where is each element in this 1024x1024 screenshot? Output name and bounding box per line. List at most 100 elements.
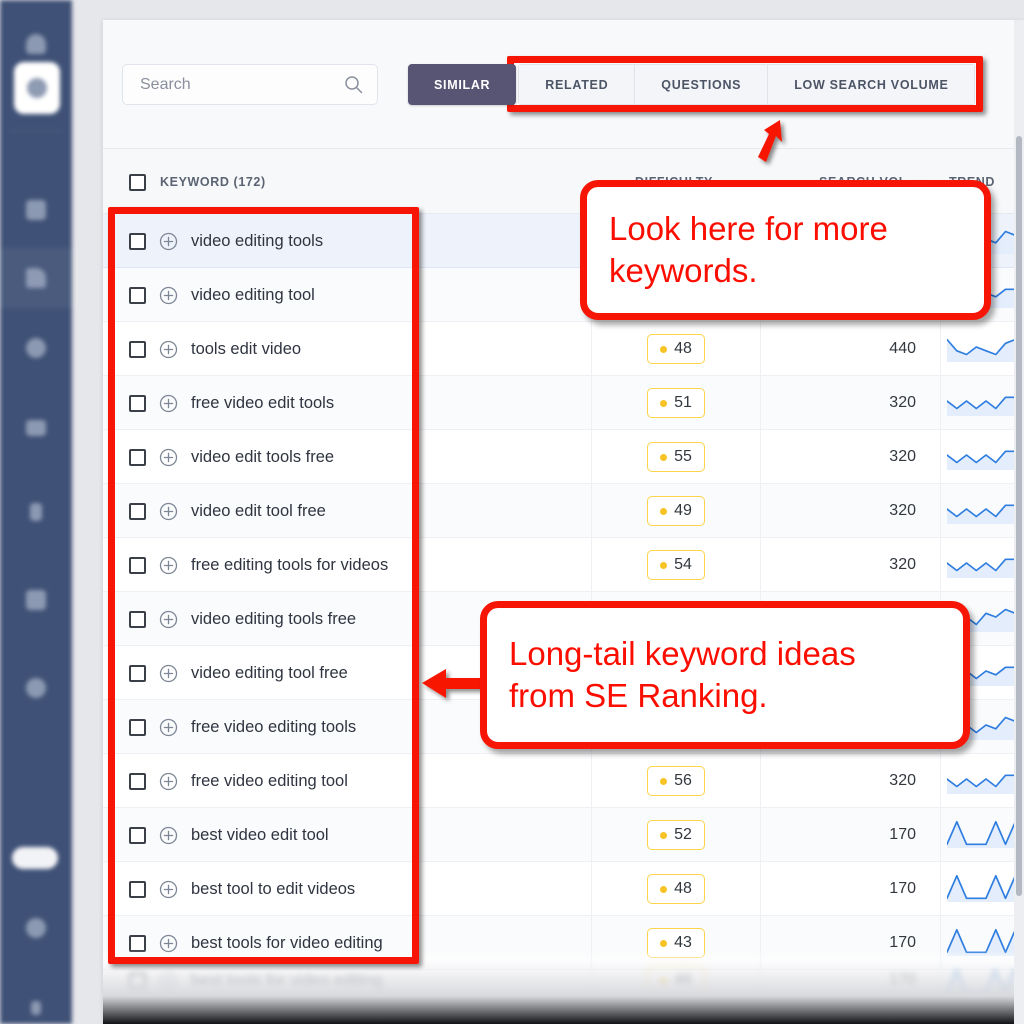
tab-questions[interactable]: QUESTIONS [635, 65, 769, 104]
row-checkbox[interactable] [129, 286, 146, 304]
row-checkbox[interactable] [129, 772, 146, 790]
cell-search-volume: 320 [760, 538, 940, 592]
plus-circle-icon[interactable] [159, 286, 178, 305]
plus-circle-icon[interactable] [159, 718, 178, 737]
plus-circle-icon[interactable] [159, 340, 178, 359]
plus-circle-icon[interactable] [159, 664, 178, 683]
table-row[interactable]: video editing tools [103, 214, 1024, 268]
keyword-tabs[interactable]: SIMILAR RELATED QUESTIONS LOW SEARCH VOL… [408, 64, 976, 105]
sidebar-item-account[interactable] [0, 978, 72, 1024]
tab-similar[interactable]: SIMILAR [408, 64, 517, 105]
sidebar-item-dashboard[interactable] [14, 62, 60, 114]
sidebar-item-backlinks[interactable] [0, 398, 72, 458]
row-checkbox[interactable] [129, 610, 146, 628]
plus-circle-icon[interactable] [159, 880, 178, 899]
table-row[interactable]: video editing tool free [103, 646, 1024, 700]
sidebar-item-rankings[interactable] [0, 248, 72, 308]
cell-search-volume [760, 646, 940, 700]
table-row[interactable]: video edit tool free 49 320 [103, 484, 1024, 538]
difficulty-badge: 54 [647, 550, 705, 580]
tab-related[interactable]: RELATED [519, 65, 636, 104]
projects-icon [26, 200, 46, 220]
table-row[interactable]: tools edit video 48 440 [103, 322, 1024, 376]
row-checkbox[interactable] [129, 826, 146, 844]
table-row[interactable]: video editing tools free [103, 592, 1024, 646]
search-input[interactable]: Search [122, 64, 378, 105]
search-volume-value: 320 [889, 556, 916, 573]
search-icon[interactable] [344, 75, 363, 94]
column-header-trend[interactable]: TREND [940, 149, 1024, 215]
row-checkbox[interactable] [129, 664, 146, 682]
plus-circle-icon[interactable] [159, 610, 178, 629]
table-row[interactable]: free editing tools for videos 54 320 [103, 538, 1024, 592]
search-placeholder: Search [140, 75, 191, 93]
home-icon [26, 34, 46, 54]
cell-keyword: video editing tools free [103, 592, 591, 646]
row-checkbox[interactable] [129, 394, 146, 412]
search-volume-value: 320 [889, 772, 916, 789]
plus-circle-icon[interactable] [159, 826, 178, 845]
sidebar-item-settings[interactable] [0, 898, 72, 958]
sidebar-item-competitors[interactable] [0, 570, 72, 630]
trend-sparkline [946, 332, 1024, 367]
row-checkbox[interactable] [129, 718, 146, 736]
table-row[interactable]: best tool to edit videos 48 170 [103, 862, 1024, 916]
cell-search-volume [760, 700, 940, 754]
column-header-difficulty[interactable]: DIFFICULTY [591, 149, 760, 215]
app-sidebar[interactable] [0, 0, 72, 1024]
plus-circle-icon[interactable] [159, 772, 178, 791]
trend-sparkline [946, 710, 1024, 745]
table-row[interactable]: best video edit tool 52 170 [103, 808, 1024, 862]
plus-circle-icon[interactable] [159, 448, 178, 467]
row-checkbox[interactable] [129, 448, 146, 466]
plus-circle-icon[interactable] [159, 502, 178, 521]
tab-similar-label: SIMILAR [434, 77, 491, 92]
keyword-label: video editing tool [191, 285, 315, 304]
table-row[interactable]: video edit tools free 55 320 [103, 430, 1024, 484]
table-row[interactable]: free video editing tool 56 320 [103, 754, 1024, 808]
keyword-label: free video editing tool [191, 771, 348, 790]
sidebar-item-keyword-research[interactable] [0, 482, 72, 542]
row-checkbox[interactable] [129, 880, 146, 898]
difficulty-dot-icon [660, 885, 668, 893]
plus-circle-icon[interactable] [159, 556, 178, 575]
chevron-down-icon[interactable] [914, 175, 924, 189]
cell-trend [940, 754, 1024, 808]
difficulty-value: 49 [674, 502, 692, 519]
row-checkbox[interactable] [129, 232, 146, 250]
plus-circle-icon[interactable] [159, 394, 178, 413]
row-checkbox[interactable] [129, 340, 146, 358]
row-checkbox[interactable] [129, 934, 146, 952]
sidebar-item-projects[interactable] [0, 180, 72, 240]
sidebar-item-audit[interactable] [0, 318, 72, 378]
search-volume-value: 440 [889, 340, 916, 357]
scrollbar-thumb[interactable] [1016, 136, 1022, 896]
theme-toggle[interactable] [12, 847, 58, 869]
sidebar-item-reports[interactable] [0, 658, 72, 718]
cell-trend [940, 808, 1024, 862]
row-checkbox[interactable] [129, 556, 146, 574]
column-header-search-volume[interactable]: SEARCH VOL [760, 149, 940, 215]
column-header-search-volume-label: SEARCH VOL [819, 175, 907, 189]
cell-difficulty [591, 268, 760, 322]
keywords-table: KEYWORD (172) DIFFICULTY SEARCH VOL TREN… [103, 148, 1024, 1024]
table-row[interactable]: free video edit tools 51 320 [103, 376, 1024, 430]
tabs-group-secondary[interactable]: RELATED QUESTIONS LOW SEARCH VOLUME [518, 64, 976, 105]
cell-keyword: best video edit tool [103, 808, 591, 862]
tab-questions-label: QUESTIONS [661, 77, 742, 92]
plus-circle-icon[interactable] [159, 232, 178, 251]
keyword-label: best video edit tool [191, 825, 329, 844]
cell-trend [940, 376, 1024, 430]
tab-low-search-volume[interactable]: LOW SEARCH VOLUME [768, 65, 975, 104]
plus-circle-icon[interactable] [159, 934, 178, 953]
difficulty-badge: 51 [647, 388, 705, 418]
cell-trend [940, 862, 1024, 916]
cell-keyword: video edit tools free [103, 430, 591, 484]
competitors-icon [26, 590, 46, 610]
table-row[interactable]: free video editing tools [103, 700, 1024, 754]
row-checkbox[interactable] [129, 502, 146, 520]
vertical-scrollbar[interactable] [1014, 20, 1024, 1024]
column-header-keyword[interactable]: KEYWORD (172) [103, 149, 591, 215]
select-all-checkbox[interactable] [129, 173, 146, 191]
table-row[interactable]: video editing tool [103, 268, 1024, 322]
